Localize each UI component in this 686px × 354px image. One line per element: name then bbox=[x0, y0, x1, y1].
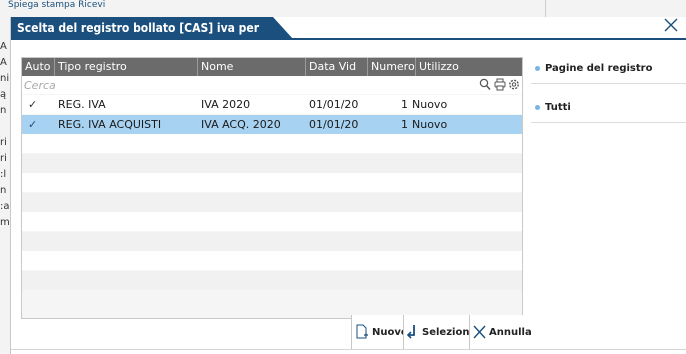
background-top-text: Spiega stampa Ricevi bbox=[8, 0, 106, 10]
cell-auto: ✓ bbox=[28, 98, 38, 111]
search-icon[interactable] bbox=[479, 78, 491, 91]
cell-utilizzo: Nuovo bbox=[412, 117, 448, 131]
table-row[interactable]: ✓ REG. IVA ACQUISTI IVA ACQ. 2020 01/01/20 1… bbox=[22, 114, 522, 134]
column-header-nome[interactable]: Nome bbox=[198, 58, 306, 76]
bottom-divider bbox=[11, 349, 686, 350]
search-input[interactable] bbox=[24, 77, 464, 93]
cell-numero: 1 bbox=[401, 98, 408, 111]
cell-numero: 1 bbox=[401, 117, 408, 131]
side-item-label: Pagine del registro bbox=[545, 63, 653, 74]
cell-tipo: REG. IVA bbox=[58, 98, 106, 111]
empty-row bbox=[22, 270, 522, 290]
print-icon[interactable] bbox=[494, 78, 506, 91]
side-item-label: Tutti bbox=[545, 102, 571, 113]
bullet-icon bbox=[535, 105, 540, 110]
seleziona-button[interactable]: Seleziona bbox=[403, 315, 480, 349]
cell-data-vid: 01/01/20 bbox=[309, 98, 359, 111]
table-row[interactable]: ✓ REG. IVA IVA 2020 01/01/20 1 Nuovo bbox=[22, 95, 522, 114]
side-item-pagine-del-registro[interactable]: Pagine del registro bbox=[531, 54, 686, 84]
bullet-icon bbox=[535, 66, 540, 71]
annulla-label: Annulla bbox=[489, 326, 532, 338]
side-item-tutti[interactable]: Tutti bbox=[531, 93, 686, 123]
gear-icon[interactable] bbox=[508, 78, 520, 91]
nuovo-button[interactable]: Nuovo bbox=[351, 315, 411, 349]
empty-row bbox=[22, 134, 522, 153]
annulla-button[interactable]: Annulla bbox=[469, 315, 535, 349]
register-selection-dialog: Scelta del registro bollato [CAS] iva pe… bbox=[10, 17, 686, 354]
register-grid: Auto Tipo registro Nome Data Vid Numero … bbox=[21, 57, 523, 319]
empty-row bbox=[22, 192, 522, 212]
cell-nome: IVA ACQ. 2020 bbox=[201, 117, 281, 131]
dialog-title: Scelta del registro bollato [CAS] iva pe… bbox=[11, 17, 293, 39]
grid-header: Auto Tipo registro Nome Data Vid Numero … bbox=[22, 58, 522, 76]
column-header-data-vid[interactable]: Data Vid bbox=[306, 58, 368, 76]
new-document-icon bbox=[356, 324, 368, 339]
cell-utilizzo: Nuovo bbox=[412, 98, 448, 111]
title-underline bbox=[11, 38, 686, 40]
empty-row bbox=[22, 173, 522, 192]
column-header-numero[interactable]: Numero bbox=[368, 58, 416, 76]
empty-row bbox=[22, 251, 522, 270]
cell-data-vid: 01/01/20 bbox=[309, 117, 359, 131]
cell-auto: ✓ bbox=[28, 117, 38, 131]
column-header-utilizzo[interactable]: Utilizzo bbox=[416, 58, 522, 76]
close-icon[interactable] bbox=[662, 17, 680, 37]
empty-row bbox=[22, 212, 522, 231]
cell-tipo: REG. IVA ACQUISTI bbox=[58, 117, 162, 131]
empty-row bbox=[22, 231, 522, 251]
select-arrow-icon bbox=[407, 325, 415, 339]
search-row bbox=[22, 76, 522, 94]
column-header-tipo-registro[interactable]: Tipo registro bbox=[55, 58, 198, 76]
background-panel-edge bbox=[545, 0, 686, 18]
cell-nome: IVA 2020 bbox=[201, 98, 251, 111]
cancel-icon bbox=[473, 325, 486, 339]
empty-row bbox=[22, 153, 522, 173]
column-header-auto[interactable]: Auto bbox=[22, 58, 55, 76]
